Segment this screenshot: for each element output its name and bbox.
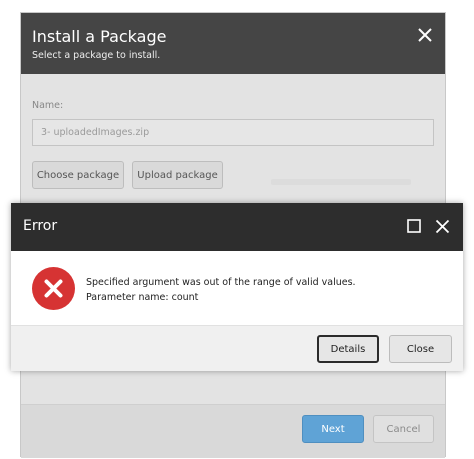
error-dialog-title: Error bbox=[23, 218, 58, 234]
close-button[interactable]: Close bbox=[389, 335, 452, 363]
error-dialog-body: Specified argument was out of the range … bbox=[11, 251, 463, 325]
next-button[interactable]: Next bbox=[302, 415, 364, 443]
install-dialog-title: Install a Package bbox=[32, 27, 167, 46]
install-dialog-subtitle: Select a package to install. bbox=[32, 50, 161, 61]
error-parameter-name: Parameter name: count bbox=[86, 292, 199, 303]
name-label: Name: bbox=[32, 100, 64, 111]
error-icon bbox=[32, 267, 75, 310]
close-icon[interactable] bbox=[435, 219, 450, 234]
choose-package-button[interactable]: Choose package bbox=[32, 161, 124, 189]
install-dialog-footer: Next Cancel bbox=[21, 404, 445, 458]
install-dialog-header: Install a Package Select a package to in… bbox=[21, 13, 445, 74]
upload-package-button[interactable]: Upload package bbox=[132, 161, 223, 189]
error-dialog-footer: Details Close bbox=[11, 325, 463, 371]
maximize-icon[interactable] bbox=[407, 219, 421, 233]
error-dialog: Error Specified argument was out of the … bbox=[11, 203, 463, 371]
faded-status-text bbox=[271, 179, 411, 185]
error-message: Specified argument was out of the range … bbox=[86, 277, 356, 288]
error-dialog-header: Error bbox=[11, 203, 463, 251]
package-name-field[interactable] bbox=[32, 119, 434, 146]
close-icon[interactable] bbox=[417, 27, 433, 43]
details-button[interactable]: Details bbox=[317, 335, 379, 363]
cancel-button[interactable]: Cancel bbox=[373, 415, 434, 443]
